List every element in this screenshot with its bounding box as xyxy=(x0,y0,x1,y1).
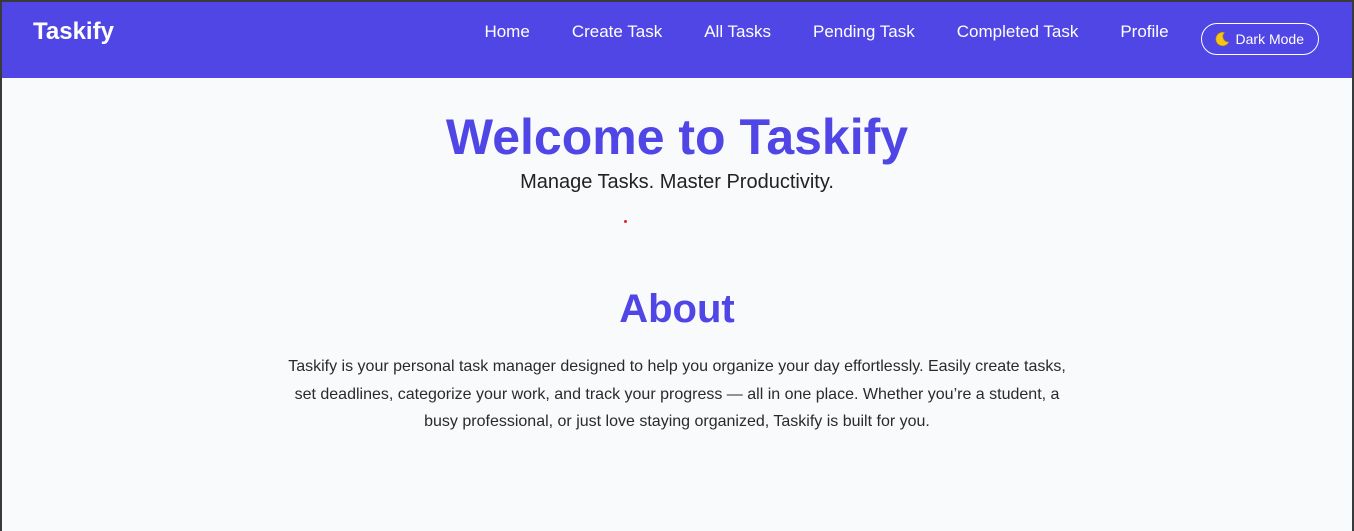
nav-right: Home Create Task All Tasks Pending Task … xyxy=(484,22,1319,55)
nav-link-create-task[interactable]: Create Task xyxy=(572,22,662,42)
about-text: Taskify is your personal task manager de… xyxy=(288,358,1066,430)
red-dot-marker xyxy=(623,220,627,223)
hero-section: Welcome to Taskify Manage Tasks. Master … xyxy=(2,78,1352,223)
moon-icon xyxy=(1214,31,1230,47)
about-section: About Taskify is your personal task mana… xyxy=(2,287,1352,436)
about-title: About xyxy=(619,287,735,331)
dark-mode-label: Dark Mode xyxy=(1235,31,1304,47)
brand-logo[interactable]: Taskify xyxy=(33,18,114,46)
dark-mode-button[interactable]: Dark Mode xyxy=(1200,23,1319,55)
nav-link-profile[interactable]: Profile xyxy=(1120,22,1168,42)
app-window: Taskify Home Create Task All Tasks Pendi… xyxy=(0,0,1354,531)
nav-link-completed-task[interactable]: Completed Task xyxy=(957,22,1079,42)
nav-links: Home Create Task All Tasks Pending Task … xyxy=(484,22,1168,42)
hero-title: Welcome to Taskify xyxy=(445,109,909,165)
nav-link-all-tasks[interactable]: All Tasks xyxy=(704,22,771,42)
nav-link-home[interactable]: Home xyxy=(484,22,529,42)
hero-subtitle: Manage Tasks. Master Productivity. xyxy=(520,171,834,193)
nav-link-pending-task[interactable]: Pending Task xyxy=(813,22,915,42)
navbar: Taskify Home Create Task All Tasks Pendi… xyxy=(2,2,1352,78)
